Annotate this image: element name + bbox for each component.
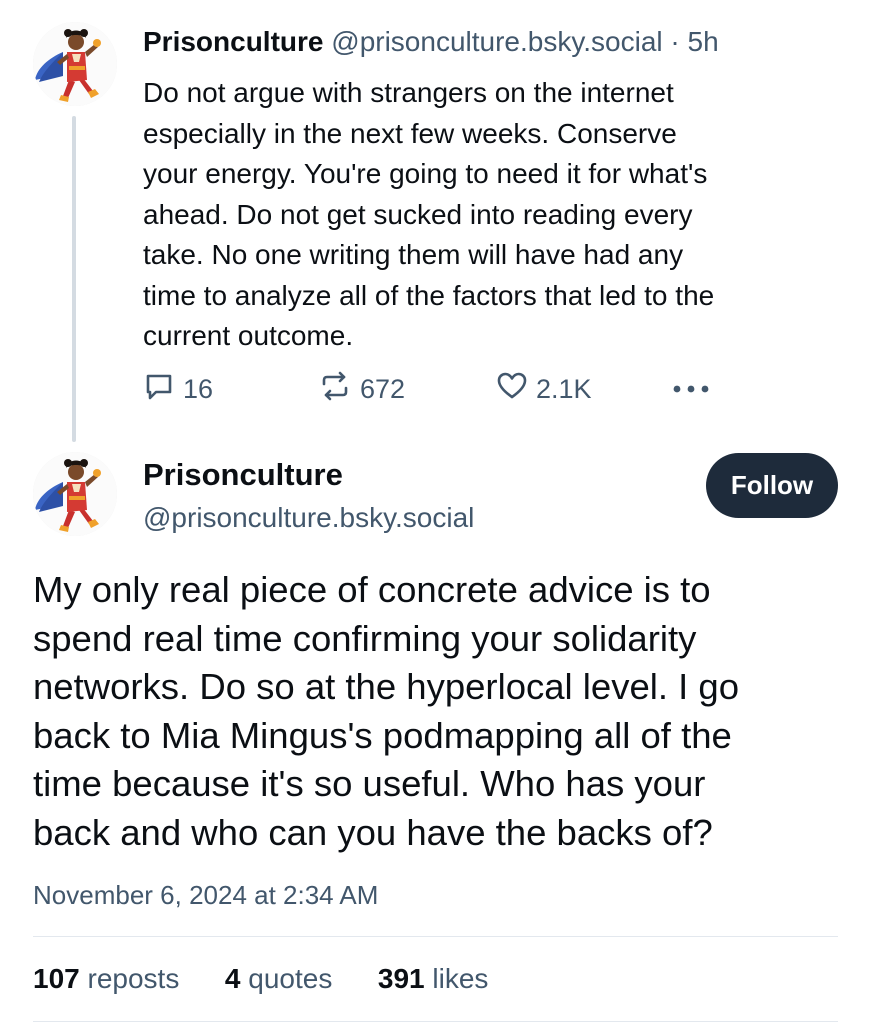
ellipsis-icon [670,385,712,402]
post-stats: 107 reposts 4 quotes 391 likes [33,960,488,998]
divider-bottom [33,1021,838,1022]
reply-post-text: Do not argue with strangers on the inter… [143,77,715,351]
repost-button[interactable]: 672 [318,370,405,408]
reply-author-name[interactable]: Prisonculture [143,26,323,57]
reply-author-handle[interactable]: @prisonculture.bsky.social [331,26,662,57]
like-count: 2.1K [536,373,592,404]
reply-post-header: Prisonculture @prisonculture.bsky.social… [143,24,719,60]
follow-button[interactable]: Follow [706,453,838,518]
main-author-avatar[interactable] [33,452,117,536]
reply-author-avatar[interactable] [33,22,117,106]
likes-stat[interactable]: 391 likes [378,963,489,994]
main-author-handle[interactable]: @prisonculture.bsky.social [143,500,474,536]
reply-count: 16 [183,373,214,404]
post-timestamp[interactable]: November 6, 2024 at 2:34 AM [33,878,378,912]
speech-bubble-icon [143,370,175,409]
repost-count: 672 [360,373,406,404]
header-separator: · [670,26,680,57]
quotes-stat[interactable]: 4 quotes [225,963,332,994]
main-post-text: My only real piece of concrete advice is… [33,569,740,853]
main-author-name[interactable]: Prisonculture [143,456,343,494]
reply-time-ago[interactable]: 5h [688,26,719,57]
divider-top [33,936,838,937]
repost-arrows-icon [318,370,352,409]
like-button[interactable]: 2.1K [496,370,592,408]
reposts-stat[interactable]: 107 reposts [33,963,179,994]
more-options-button[interactable] [670,380,712,398]
reply-button[interactable]: 16 [143,370,213,408]
thread-connector-line [72,116,76,442]
heart-icon [496,370,528,409]
